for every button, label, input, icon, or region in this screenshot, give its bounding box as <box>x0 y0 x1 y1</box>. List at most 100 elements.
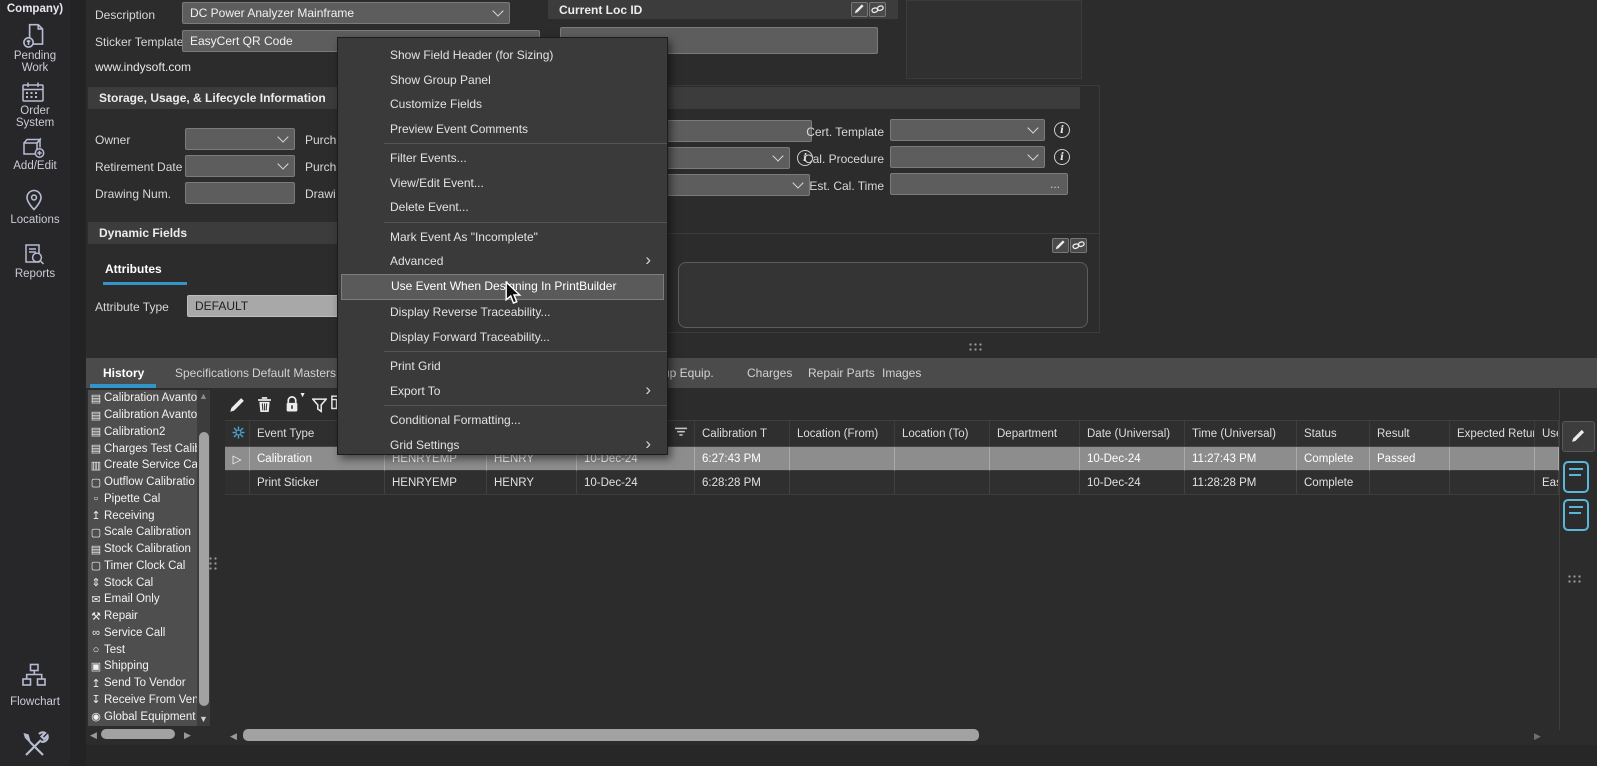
column-header-location-from-[interactable]: Location (From) <box>790 420 895 447</box>
scroll-left-arrow[interactable]: ◀ <box>230 730 237 742</box>
event-type-list-item[interactable]: ▢Outflow Calibratio <box>88 474 197 491</box>
event-type-list-item[interactable]: ⚒Repair <box>88 608 197 625</box>
info-icon[interactable]: i <box>1054 149 1070 165</box>
menu-item[interactable]: Grid Settings› <box>338 433 667 458</box>
hscroll-thumb[interactable] <box>101 729 175 739</box>
sidebar-item-add-edit[interactable]: Add/Edit <box>0 160 70 172</box>
menu-item[interactable]: Display Reverse Traceability... <box>338 300 667 325</box>
menu-item[interactable]: Use Event When Designing In PrintBuilder <box>341 274 664 301</box>
event-type-list-item[interactable]: ∞Service Call <box>88 625 197 642</box>
edit-button[interactable] <box>851 2 868 17</box>
menu-item[interactable]: Filter Events... <box>338 146 667 171</box>
sidebar-item-flowchart[interactable]: Flowchart <box>0 696 70 708</box>
column-header-calibration-t[interactable]: Calibration T <box>695 420 790 447</box>
pending-work-icon[interactable] <box>21 23 49 53</box>
menu-item[interactable]: Print Grid <box>338 354 667 379</box>
sidebar-item-order-system[interactable]: Order System <box>0 105 70 129</box>
event-type-list-item[interactable]: ▤Calibration Avanto <box>88 407 197 424</box>
tab-repair-parts[interactable]: Repair Parts <box>808 366 875 380</box>
menu-item[interactable]: Advanced› <box>338 249 667 274</box>
info-icon[interactable]: i <box>1054 122 1070 138</box>
order-system-icon[interactable] <box>20 80 46 108</box>
event-type-list-item[interactable]: ▫Pipette Cal <box>88 491 197 508</box>
event-type-list-item[interactable]: ○Test <box>88 641 197 658</box>
column-header-status[interactable]: Status <box>1297 420 1370 447</box>
cal-procedure-dropdown[interactable] <box>890 146 1045 168</box>
sidebar-item-reports[interactable]: Reports <box>0 268 70 280</box>
retirement-date-dropdown[interactable] <box>185 155 295 177</box>
tab-charges[interactable]: Charges <box>747 366 792 380</box>
menu-item[interactable]: Conditional Formatting... <box>338 408 667 433</box>
ellipsis-button[interactable]: ... <box>1050 177 1060 191</box>
sidebar-item-locations[interactable]: Locations <box>0 214 70 226</box>
event-type-list-item[interactable]: ◉Global Equipment <box>88 708 197 725</box>
tab-specifications[interactable]: Specifications <box>175 366 249 380</box>
tab-images[interactable]: Images <box>882 366 921 380</box>
event-list-hscrollbar[interactable]: ◀ ▶ <box>88 727 210 743</box>
tab-up-equip-[interactable]: up Equip. <box>663 366 714 380</box>
tools-icon[interactable] <box>21 730 49 763</box>
column-header-department[interactable]: Department <box>990 420 1080 447</box>
menu-item[interactable]: Show Field Header (for Sizing) <box>338 43 667 68</box>
menu-item[interactable]: Delete Event... <box>338 195 667 220</box>
comments-textarea[interactable] <box>678 262 1088 328</box>
filter-icon[interactable] <box>312 398 327 416</box>
splitter-grip[interactable] <box>968 342 984 351</box>
add-edit-icon[interactable] <box>20 135 46 162</box>
event-type-list-item[interactable]: ▤Stock Calibration <box>88 541 197 558</box>
event-type-list-item[interactable]: ↥Send To Vendor <box>88 675 197 692</box>
event-type-list-item[interactable]: ↥Receiving <box>88 507 197 524</box>
vscroll-thumb[interactable] <box>199 432 209 706</box>
delete-event-icon[interactable] <box>257 396 272 416</box>
cert-template-dropdown[interactable] <box>890 119 1045 141</box>
event-type-list-item[interactable]: ▥Create Service Call <box>88 457 197 474</box>
attribute-type-field[interactable]: DEFAULT <box>187 295 345 317</box>
menu-item[interactable]: Preview Event Comments <box>338 117 667 142</box>
table-row[interactable]: Print StickerHENRYEMPHENRY10-Dec-246:28:… <box>225 471 1559 495</box>
event-type-list-item[interactable]: ▢Timer Clock Cal <box>88 558 197 575</box>
event-type-list-item[interactable]: ⇕Stock Cal <box>88 574 197 591</box>
link-button[interactable] <box>1070 238 1087 253</box>
edit-event-icon[interactable] <box>229 396 246 416</box>
event-type-list-item[interactable]: ✉Email Only <box>88 591 197 608</box>
edit-button[interactable] <box>1052 238 1069 253</box>
sticker-template-icon[interactable] <box>1563 499 1589 531</box>
splitter-grip[interactable] <box>1567 574 1581 585</box>
flowchart-icon[interactable] <box>21 662 48 691</box>
grid-options-icon[interactable] <box>232 426 245 442</box>
owner-dropdown[interactable] <box>185 128 295 150</box>
link-button[interactable] <box>869 2 886 17</box>
tab-attributes[interactable]: Attributes <box>105 262 162 276</box>
table-hscrollbar[interactable]: ◀ ▶ <box>228 727 1548 744</box>
est-cal-time-input[interactable]: ... <box>890 173 1068 195</box>
splitter-grip[interactable] <box>208 556 219 570</box>
scroll-left-arrow[interactable]: ◀ <box>90 729 97 741</box>
event-type-list-item[interactable]: ↧Receive From Vend <box>88 692 197 709</box>
menu-item[interactable]: Customize Fields <box>338 92 667 117</box>
column-filter-icon[interactable] <box>675 427 687 440</box>
menu-item[interactable]: View/Edit Event... <box>338 171 667 196</box>
column-header-user[interactable]: User <box>1535 420 1559 447</box>
event-type-list-item[interactable]: ▢Scale Calibration <box>88 524 197 541</box>
hscroll-thumb[interactable] <box>243 729 979 741</box>
reports-icon[interactable] <box>22 243 46 270</box>
scroll-up-arrow[interactable]: ▲ <box>197 390 210 402</box>
event-type-list-item[interactable]: ▣Shipping <box>88 658 197 675</box>
menu-item[interactable]: Mark Event As "Incomplete" <box>338 225 667 250</box>
event-type-list-item[interactable]: ▤Calibration2 <box>88 424 197 441</box>
scroll-down-arrow[interactable]: ▼ <box>197 713 210 725</box>
edit-record-button[interactable] <box>1562 421 1595 452</box>
column-header-location-to-[interactable]: Location (To) <box>895 420 990 447</box>
tab-history[interactable]: History <box>103 366 144 380</box>
tab-default-masters[interactable]: Default Masters <box>252 366 336 380</box>
column-header-expected-retur[interactable]: Expected Retur <box>1450 420 1535 447</box>
scroll-right-arrow[interactable]: ▶ <box>1534 730 1541 742</box>
locations-icon[interactable] <box>23 189 45 215</box>
scroll-right-arrow[interactable]: ▶ <box>184 729 191 741</box>
sidebar-item-pending-work[interactable]: Pending Work <box>0 50 70 74</box>
column-header-result[interactable]: Result <box>1370 420 1450 447</box>
event-type-list-item[interactable]: ▤Charges Test Calib <box>88 440 197 457</box>
column-header[interactable] <box>225 420 250 447</box>
column-header-date-universal-[interactable]: Date (Universal) <box>1080 420 1185 447</box>
description-dropdown[interactable]: DC Power Analyzer Mainframe <box>182 2 510 24</box>
